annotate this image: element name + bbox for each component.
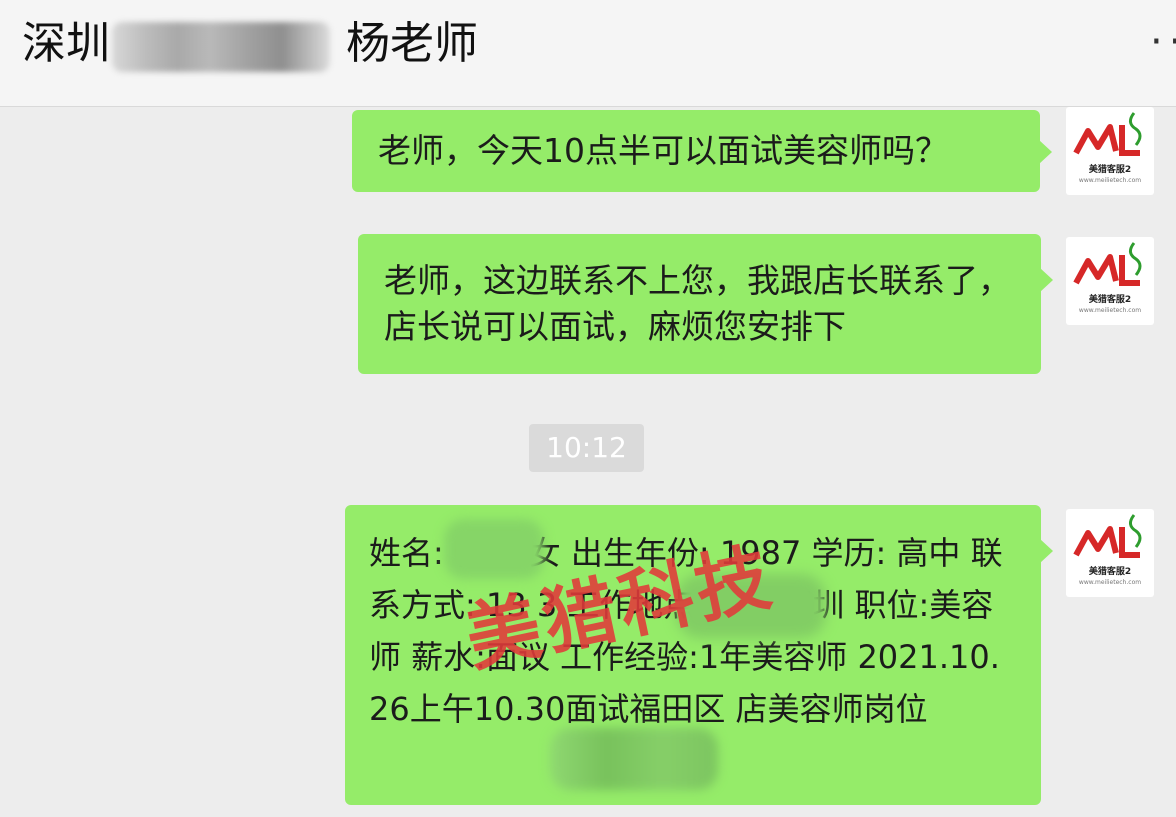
avatar-subtext: www.meilietech.com <box>1078 307 1142 314</box>
more-dots-icon[interactable]: ·· <box>1150 22 1176 62</box>
logo-icon <box>1073 242 1142 286</box>
avatar[interactable]: 美猎客服2 www.meilietech.com <box>1066 107 1154 195</box>
avatar-label: 美猎客服2 <box>1088 295 1132 305</box>
logo-icon <box>1073 112 1142 156</box>
avatar-label: 美猎客服2 <box>1088 567 1132 577</box>
avatar[interactable]: 美猎客服2 www.meilietech.com <box>1066 509 1154 597</box>
message-bubble[interactable]: 老师，这边联系不上您，我跟店长联系了，店长说可以面试，麻烦您安排下 <box>358 234 1053 374</box>
avatar-subtext: www.meilietech.com <box>1078 177 1142 184</box>
redacted-store <box>550 728 718 790</box>
chat-title-city: 深圳 <box>22 18 110 69</box>
message-text: 老师，这边联系不上您，我跟店长联系了，店长说可以面试，麻烦您安排下 <box>384 261 1011 346</box>
redacted-title-segment <box>112 22 330 72</box>
message-bubble[interactable]: 老师，今天10点半可以面试美容师吗？ <box>352 110 1052 192</box>
avatar-label: 美猎客服2 <box>1088 165 1132 175</box>
message-text: 老师，今天10点半可以面试美容师吗？ <box>378 131 948 170</box>
message-timestamp: 10:12 <box>529 424 644 472</box>
avatar[interactable]: 美猎客服2 www.meilietech.com <box>1066 237 1154 325</box>
chat-title-contact: 杨老师 <box>346 18 478 69</box>
logo-icon <box>1073 514 1142 558</box>
chat-header: 深圳 杨老师 ·· <box>0 0 1176 107</box>
avatar-subtext: www.meilietech.com <box>1078 579 1142 586</box>
